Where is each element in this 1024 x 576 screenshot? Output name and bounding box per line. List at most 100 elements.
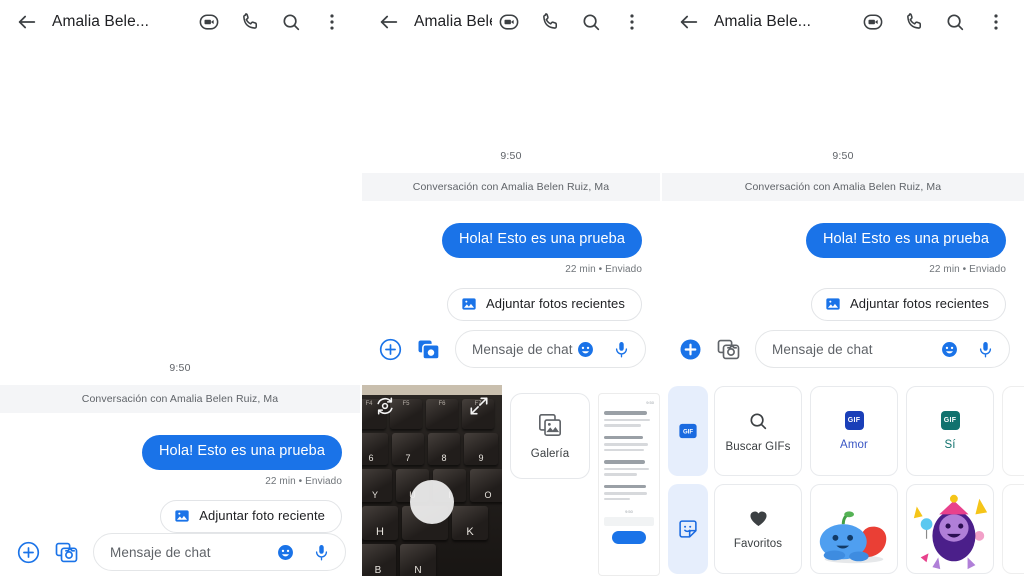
message-input-placeholder[interactable]: Mensaje de chat <box>772 342 940 357</box>
message-input-bar[interactable]: Mensaje de chat <box>93 533 346 571</box>
video-call-icon[interactable] <box>198 11 220 33</box>
gif-card-si[interactable]: GIF Sí <box>906 386 994 476</box>
screenshot-root: Amalia Bele... 9:50 Conversación con Ama… <box>0 0 1024 576</box>
message-bubble[interactable]: Hola! Esto es una prueba <box>805 223 1006 258</box>
camera-gallery-icon[interactable] <box>716 337 741 362</box>
emoji-smiley-icon[interactable] <box>940 340 959 359</box>
app-bar: Amalia Bele... <box>0 0 360 44</box>
message-input-bar[interactable]: Mensaje de chat <box>455 330 646 368</box>
composer-bar: Mensaje de chat <box>0 533 360 571</box>
message-meta-row: 22 min • Enviado <box>662 264 1024 275</box>
back-arrow-icon[interactable] <box>378 11 400 33</box>
gif-card-label: Buscar GIFs <box>725 440 791 453</box>
app-bar: Amalia Bele... <box>362 0 660 44</box>
search-icon[interactable] <box>280 11 302 33</box>
shutter-button[interactable] <box>410 480 454 524</box>
add-plus-icon-active[interactable] <box>678 337 703 362</box>
composer-bar: Mensaje de chat <box>362 330 660 368</box>
emoji-smiley-icon[interactable] <box>276 543 295 562</box>
messages-panel-2: Amalia Bele... 9:50 Conversación con Ama… <box>362 0 660 576</box>
messages-panel-1: Amalia Bele... 9:50 Conversación con Ama… <box>0 0 360 576</box>
composer-bar: Mensaje de chat <box>662 330 1024 368</box>
message-meta-row: 22 min • Enviado <box>362 264 660 275</box>
gif-card-search[interactable]: Buscar GIFs <box>714 386 802 476</box>
gallery-card[interactable]: Galería <box>510 393 590 479</box>
screenshot-thumbnail-column[interactable]: 9:50 9:50 <box>598 385 660 576</box>
shot-top-label: 9:50 <box>646 400 654 405</box>
keyboard-key: 9 <box>464 433 498 465</box>
microphone-icon[interactable] <box>612 340 631 359</box>
sticker-card-overflow[interactable] <box>1002 484 1024 574</box>
shot-mid-label: 9:50 <box>625 509 633 514</box>
expand-fullscreen-icon[interactable] <box>468 395 490 417</box>
sticker-monster-image <box>913 494 988 570</box>
sticker-card-monster[interactable] <box>906 484 994 574</box>
keyboard-key: 8 <box>428 433 460 465</box>
keyboard-key: H <box>362 506 398 540</box>
sticker-card-bird[interactable] <box>810 484 898 574</box>
gif-card-amor[interactable]: GIF Amor <box>810 386 898 476</box>
gif-category-rail: GIF <box>662 380 714 576</box>
suggestion-chip-attach-photos[interactable]: Adjuntar fotos recientes <box>447 287 642 321</box>
phone-call-icon[interactable] <box>239 11 261 33</box>
shot-setting-group <box>604 484 654 500</box>
more-options-icon[interactable] <box>621 11 643 33</box>
shot-setting-group <box>604 411 654 427</box>
camera-gallery-icon-active[interactable] <box>416 337 441 362</box>
more-options-icon[interactable] <box>985 11 1007 33</box>
message-bubble[interactable]: Hola! Esto es una prueba <box>141 435 342 470</box>
keyboard-key: Y <box>362 469 392 502</box>
suggestion-chip-attach-photos[interactable]: Adjuntar fotos recientes <box>811 287 1006 321</box>
svg-text:GIF: GIF <box>683 429 693 435</box>
microphone-icon[interactable] <box>312 543 331 562</box>
message-status: 22 min • Enviado <box>929 263 1006 275</box>
search-icon[interactable] <box>944 11 966 33</box>
outgoing-message-row: Hola! Esto es una prueba <box>662 223 1024 258</box>
keyboard-key: N <box>400 544 436 576</box>
add-plus-icon[interactable] <box>378 337 403 362</box>
messages-panel-3: Amalia Bele... 9:50 Conversación con Ama… <box>662 0 1024 576</box>
message-input-bar[interactable]: Mensaje de chat <box>755 330 1010 368</box>
rail-item-gif[interactable]: GIF <box>668 386 708 476</box>
conversation-timestamp: 9:50 <box>500 150 522 162</box>
sticker-face-icon <box>677 518 699 540</box>
back-arrow-icon[interactable] <box>16 11 38 33</box>
conversation-title: Amalia Bele... <box>52 13 150 30</box>
system-message-band: Conversación con Amalia Belen Ruiz, Ma <box>362 173 660 201</box>
microphone-icon[interactable] <box>976 340 995 359</box>
screenshot-thumbnail[interactable]: 9:50 9:50 <box>598 393 660 576</box>
back-arrow-icon[interactable] <box>678 11 700 33</box>
keyboard-key: 6 <box>362 433 388 465</box>
more-options-icon[interactable] <box>321 11 343 33</box>
message-input-placeholder[interactable]: Mensaje de chat <box>472 342 576 357</box>
suggestion-chip-row: Adjuntar foto reciente <box>0 499 360 533</box>
gif-icon: GIF <box>677 420 699 442</box>
phone-call-icon[interactable] <box>903 11 925 33</box>
system-message-text: Conversación con Amalia Belen Ruiz, Ma <box>412 181 610 193</box>
outgoing-message-row: Hola! Esto es una prueba <box>362 223 660 258</box>
gallery-photos-icon <box>537 412 563 438</box>
gif-card-favoritos[interactable]: Favoritos <box>714 484 802 574</box>
suggestion-chip-attach-photo[interactable]: Adjuntar foto reciente <box>160 499 342 533</box>
camera-gallery-icon[interactable] <box>54 540 79 565</box>
gallery-column: Galería <box>502 385 598 576</box>
phone-call-icon[interactable] <box>539 11 561 33</box>
message-input-placeholder[interactable]: Mensaje de chat <box>110 545 276 560</box>
heart-icon <box>748 508 769 529</box>
gif-card-overflow[interactable] <box>1002 386 1024 476</box>
message-bubble[interactable]: Hola! Esto es una prueba <box>441 223 642 258</box>
search-icon[interactable] <box>580 11 602 33</box>
camera-flip-icon[interactable] <box>374 395 396 417</box>
add-plus-icon[interactable] <box>16 540 41 565</box>
rail-item-sticker[interactable] <box>668 484 708 574</box>
emoji-smiley-icon[interactable] <box>576 340 595 359</box>
camera-viewfinder[interactable]: F4 F5 F6 F7 6 7 8 9 Y U I O H K B N <box>362 385 502 576</box>
photo-icon <box>174 508 190 524</box>
system-message-band: Conversación con Amalia Belen Ruiz, Ma <box>0 385 360 413</box>
shot-blue-bubble <box>612 531 646 544</box>
shot-setting-group <box>604 460 654 476</box>
message-meta-row: 22 min • Enviado <box>0 476 360 487</box>
video-call-icon[interactable] <box>862 11 884 33</box>
keyboard-key: B <box>362 544 396 576</box>
video-call-icon[interactable] <box>498 11 520 33</box>
